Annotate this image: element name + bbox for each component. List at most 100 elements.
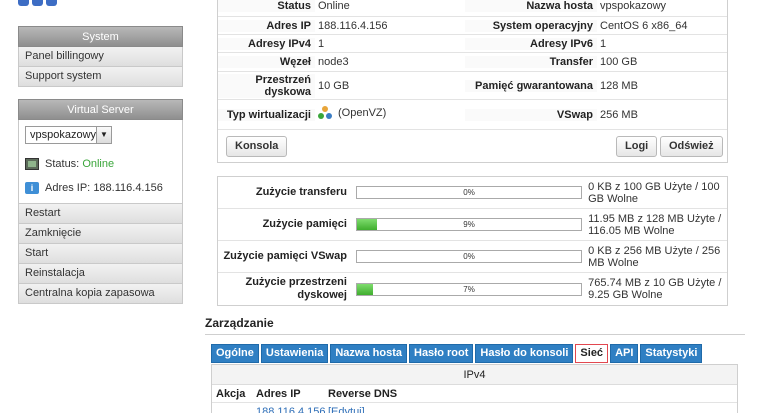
management-tabs: Ogólne Ustawienia Nazwa hosta Hasło root Has…: [211, 344, 704, 363]
info-row: Status Online Nazwa hosta vpspokazowy: [218, 0, 727, 17]
ip-value: 188.116.4.156: [318, 19, 388, 32]
usage-row: Zużycie pamięci VSwap 0% 0 KB z 256 MB Uży…: [218, 241, 727, 273]
node-label: Węzeł: [218, 56, 315, 68]
action-shutdown[interactable]: Zamknięcie: [18, 224, 183, 244]
ip-label: Adres IP: [218, 19, 315, 32]
server-status: Status: Online: [25, 158, 114, 170]
server-select[interactable]: vpspokazowy ▼: [25, 126, 112, 144]
tab-6[interactable]: Sieć: [575, 344, 609, 363]
status-value: Online: [318, 0, 350, 12]
logo: [18, 0, 70, 6]
info-actions: Konsola Logi Odśwież: [218, 130, 727, 162]
hostname-value: vpspokazowy: [600, 0, 667, 12]
server-ip: i Adres IP: 188.116.4.156: [25, 182, 163, 194]
memory-label: Pamięć gwarantowana: [465, 79, 597, 92]
row-ip-link[interactable]: 188.116.4.156: [252, 403, 326, 413]
tab-8[interactable]: Statystyki: [640, 344, 703, 363]
monitor-icon: [25, 158, 39, 170]
usage-bar: 0%: [355, 250, 583, 263]
usage-percent: 9%: [463, 220, 475, 229]
virtualization-type: (OpenVZ): [338, 107, 387, 119]
openvz: (OpenVZ): [318, 106, 386, 120]
network-header: Akcja Adres IP Reverse DNS: [212, 385, 737, 403]
tab-5[interactable]: Hasło do konsoli: [475, 344, 574, 363]
usage-label: Zużycie pamięci VSwap: [223, 250, 347, 262]
disk-value: 10 GB: [318, 79, 350, 92]
hostname-label: Nazwa hosta: [465, 0, 597, 12]
col-action: Akcja: [216, 388, 246, 400]
memory-value: 128 MB: [600, 79, 638, 92]
refresh-button[interactable]: Odśwież: [660, 136, 723, 157]
tab-2[interactable]: Ustawienia: [260, 344, 329, 363]
network-caption: IPv4: [212, 365, 737, 385]
os-label: System operacyjny: [465, 19, 597, 32]
action-start[interactable]: Start: [18, 244, 183, 264]
sidebar-virtual-server: Virtual Server vpspokazowy ▼ Status: Onl…: [18, 99, 183, 304]
tab-7[interactable]: API: [610, 344, 639, 363]
usage-bar: 0%: [355, 186, 583, 199]
info-row: Typ wirtualizacji (OpenVZ) VSwap 256 MB: [218, 100, 727, 130]
virtualization-value: (OpenVZ): [315, 106, 465, 123]
sidebar-item-support[interactable]: Support system: [18, 67, 183, 87]
col-rdns: Reverse DNS: [328, 388, 398, 400]
disk-label: Przestrzeń dyskowa: [218, 73, 315, 98]
edit-rdns-link[interactable]: [Edytuj]: [324, 403, 737, 413]
node-value: node3: [318, 56, 349, 68]
tab-4[interactable]: Hasło root: [409, 344, 474, 363]
sidebar-item-billing[interactable]: Panel billingowy: [18, 47, 183, 67]
divider: [205, 334, 745, 335]
server-select-value: vpspokazowy: [30, 129, 97, 141]
usage-bar: 7%: [355, 282, 583, 296]
usage-label: Zużycie transferu: [255, 186, 347, 198]
ipv6-label: Adresy IPv6: [465, 37, 597, 50]
tab-1[interactable]: Ogólne: [211, 344, 259, 363]
usage-row: Zużycie pamięci 9% 11.95 MB z 128 MB Użyte…: [218, 209, 727, 241]
os-value: CentOS 6 x86_64: [600, 19, 688, 32]
sidebar-system: System Panel billingowy Support system: [18, 26, 183, 87]
col-ip: Adres IP: [256, 388, 301, 400]
sidebar-vs-header: Virtual Server: [18, 99, 183, 120]
action-reinstall[interactable]: Reinstalacja: [18, 264, 183, 284]
server-info-box: vpspokazowy ▼ Status: Online i Adres IP:…: [18, 120, 183, 204]
logs-button[interactable]: Logi: [616, 136, 658, 157]
status-label: Status: [218, 0, 315, 12]
usage-bar: 9%: [355, 218, 583, 231]
sidebar-system-header: System: [18, 26, 183, 47]
server-ip-label: Adres IP:: [45, 182, 91, 194]
row-action: [212, 403, 252, 413]
usage-label: Zużycie pamięci: [262, 218, 347, 230]
transfer-label: Transfer: [465, 56, 597, 68]
usage-detail: 11.95 MB z 128 MB Użyte / 116.05 MB Woln…: [588, 212, 722, 237]
action-restart[interactable]: Restart: [18, 204, 183, 224]
server-status-value: Online: [82, 158, 115, 170]
table-row: 188.116.4.156 [Edytuj]: [212, 403, 737, 413]
usage-table: Zużycie transferu 0% 0 KB z 100 GB Użyte /…: [217, 176, 728, 306]
server-ip-value: 188.116.4.156: [93, 182, 163, 194]
action-central-backup[interactable]: Centralna kopia zapasowa: [18, 284, 183, 304]
usage-percent: 0%: [463, 188, 475, 197]
ipv4-value: 1: [318, 37, 325, 50]
ipv4-label: Adresy IPv4: [218, 37, 315, 50]
usage-detail: 0 KB z 256 MB Użyte / 256 MB Wolne: [588, 244, 721, 269]
ipv6-value: 1: [600, 37, 607, 50]
info-row: Przestrzeń dyskowa 10 GB Pamięć gwaranto…: [218, 72, 727, 100]
info-row: Węzeł node3 Transfer 100 GB: [218, 53, 727, 72]
server-status-label: Status:: [45, 158, 80, 170]
console-button[interactable]: Konsola: [226, 136, 288, 157]
openvz-icon: [318, 106, 332, 120]
transfer-value: 100 GB: [600, 56, 638, 68]
server-info-table: Status Online Nazwa hosta vpspokazowy Ad…: [217, 0, 728, 163]
usage-percent: 7%: [463, 284, 475, 294]
tab-3[interactable]: Nazwa hosta: [330, 344, 407, 363]
chevron-down-icon[interactable]: ▼: [96, 127, 111, 143]
usage-label: Zużycie przestrzeni dyskowej: [245, 276, 347, 301]
network-table: IPv4 Akcja Adres IP Reverse DNS 188.116.…: [211, 364, 738, 413]
usage-detail: 765.74 MB z 10 GB Użyte / 9.25 GB Wolne: [588, 277, 722, 301]
vswap-label: VSwap: [465, 108, 597, 121]
usage-detail: 0 KB z 100 GB Użyte / 100 GB Wolne: [588, 180, 720, 205]
info-row: Adres IP 188.116.4.156 System operacyjny…: [218, 17, 727, 35]
usage-row: Zużycie przestrzeni dyskowej 7% 765.74 MB …: [218, 273, 727, 305]
usage-row: Zużycie transferu 0% 0 KB z 100 GB Użyte /…: [218, 177, 727, 209]
management-title: Zarządzanie: [205, 316, 274, 330]
virtualization-label: Typ wirtualizacji: [218, 108, 315, 121]
